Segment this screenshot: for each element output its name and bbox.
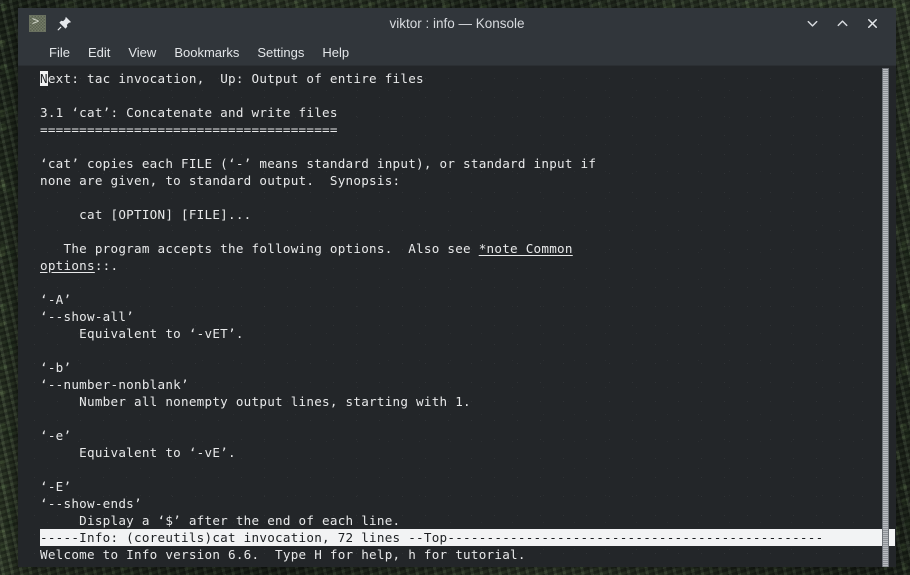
scrollbar-thumb[interactable] bbox=[882, 68, 889, 567]
terminal-line: ‘cat’ copies each FILE (‘-’ means standa… bbox=[40, 156, 597, 171]
konsole-icon bbox=[29, 14, 46, 32]
menu-item-edit[interactable]: Edit bbox=[79, 43, 119, 62]
terminal-line: 3.1 ‘cat’: Concatenate and write files bbox=[40, 105, 338, 120]
desktop-background: viktor : info — Konsole bbox=[0, 0, 910, 575]
menubar: File Edit View Bookmarks Settings Help bbox=[18, 39, 896, 65]
menu-item-help[interactable]: Help bbox=[313, 43, 358, 62]
vertical-scrollbar[interactable] bbox=[882, 68, 889, 567]
terminal-output[interactable]: Next: tac invocation, Up: Output of enti… bbox=[18, 66, 896, 567]
terminal-line: Next: tac invocation, Up: Output of enti… bbox=[40, 70, 896, 87]
terminal-line: Equivalent to ‘-vE’. bbox=[40, 445, 236, 460]
terminal-line-text: ext: tac invocation, Up: Output of entir… bbox=[47, 71, 424, 86]
window-titlebar[interactable]: viktor : info — Konsole bbox=[18, 8, 896, 39]
terminal-line: cat [OPTION] [FILE]... bbox=[40, 207, 252, 222]
terminal-line: options::. bbox=[40, 257, 896, 274]
info-status-line: -----Info: (coreutils)cat invocation, 72… bbox=[40, 529, 895, 546]
terminal-line-text: The program accepts the following option… bbox=[40, 241, 479, 256]
terminal-line: none are given, to standard output. Syno… bbox=[40, 173, 401, 188]
info-status-line-row: -----Info: (coreutils)cat invocation, 72… bbox=[40, 529, 896, 546]
konsole-window: viktor : info — Konsole bbox=[18, 8, 896, 567]
terminal-line: ‘--number-nonblank’ bbox=[40, 377, 189, 392]
terminal-line: ‘--show-all’ bbox=[40, 309, 135, 324]
info-cross-reference-link[interactable]: *note Common bbox=[479, 241, 573, 256]
terminal-line: The program accepts the following option… bbox=[40, 240, 896, 257]
menu-item-view[interactable]: View bbox=[119, 43, 165, 62]
terminal-line: ‘-A’ bbox=[40, 292, 72, 307]
pin-icon[interactable] bbox=[57, 16, 72, 31]
terminal-line: Display a ‘$’ after the end of each line… bbox=[40, 513, 401, 528]
terminal-line: Number all nonempty output lines, starti… bbox=[40, 394, 471, 409]
close-button[interactable] bbox=[864, 16, 880, 32]
terminal-line: ‘-b’ bbox=[40, 360, 72, 375]
terminal-line: ‘-e’ bbox=[40, 428, 72, 443]
terminal-line: ‘-E’ bbox=[40, 479, 72, 494]
titlebar-left-icons bbox=[24, 14, 72, 32]
window-controls bbox=[804, 16, 890, 32]
terminal-line-text: ::. bbox=[94, 258, 119, 273]
menu-item-settings[interactable]: Settings bbox=[248, 43, 313, 62]
terminal-line: ====================================== bbox=[40, 122, 338, 137]
terminal-line: Equivalent to ‘-vET’. bbox=[40, 326, 244, 341]
menu-item-file[interactable]: File bbox=[40, 43, 79, 62]
minimize-button[interactable] bbox=[804, 16, 820, 32]
info-cross-reference-link[interactable]: options bbox=[40, 258, 95, 273]
menu-item-bookmarks[interactable]: Bookmarks bbox=[165, 43, 248, 62]
terminal-area[interactable]: Next: tac invocation, Up: Output of enti… bbox=[18, 65, 896, 567]
text-cursor: N bbox=[40, 71, 48, 86]
info-echo-line: Welcome to Info version 6.6. Type H for … bbox=[40, 547, 526, 562]
window-title: viktor : info — Konsole bbox=[389, 16, 525, 31]
maximize-button[interactable] bbox=[834, 16, 850, 32]
terminal-line: ‘--show-ends’ bbox=[40, 496, 142, 511]
